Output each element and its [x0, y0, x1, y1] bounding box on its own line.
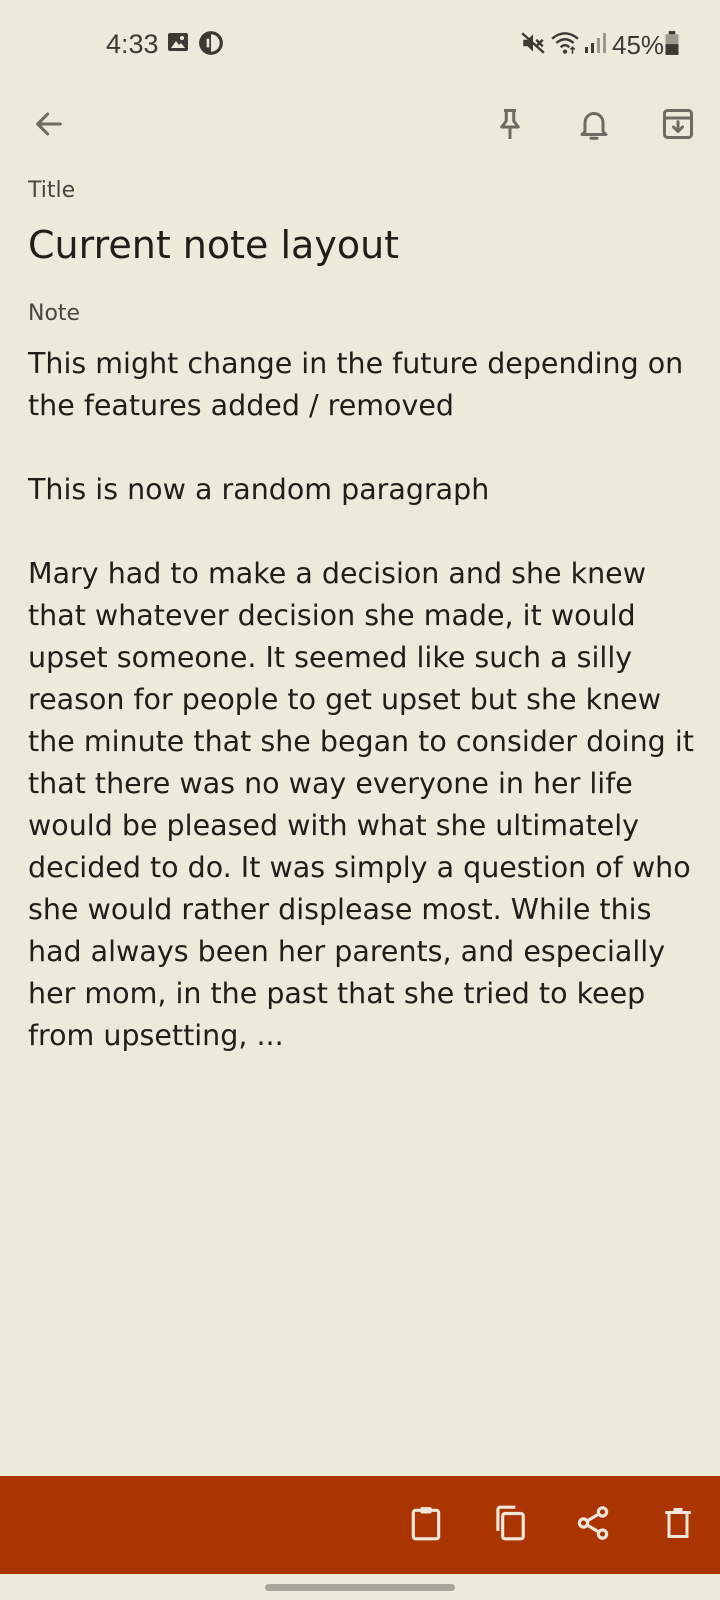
note-body-field[interactable]: This might change in the future dependin… — [28, 343, 708, 1057]
title-label: Title — [28, 178, 76, 203]
note-label: Note — [28, 301, 81, 326]
data-saver-icon — [198, 30, 226, 58]
wifi-icon — [551, 30, 579, 58]
signal-icon — [583, 30, 611, 58]
share-icon — [574, 1504, 612, 1546]
copy-button[interactable] — [477, 1493, 541, 1557]
delete-button[interactable] — [646, 1493, 710, 1557]
battery-icon — [664, 30, 692, 58]
pin-button[interactable] — [478, 94, 542, 158]
note-toolbar — [0, 88, 720, 164]
paste-button[interactable] — [394, 1493, 458, 1557]
back-button[interactable] — [17, 94, 81, 158]
archive-icon — [660, 106, 696, 146]
note-title-field[interactable]: Current note layout — [28, 220, 399, 270]
bottom-action-bar — [0, 1476, 720, 1574]
back-arrow-icon — [32, 107, 66, 145]
clipboard-icon — [407, 1504, 445, 1546]
status-bar: 4:33 45% — [0, 0, 720, 88]
battery-percent: 45% — [612, 30, 665, 60]
gesture-nav-handle[interactable] — [265, 1584, 455, 1591]
image-icon — [166, 30, 194, 58]
copy-icon — [490, 1504, 528, 1546]
delete-icon — [660, 1505, 696, 1545]
archive-button[interactable] — [646, 94, 710, 158]
status-time: 4:33 — [106, 29, 159, 59]
reminder-button[interactable] — [562, 94, 626, 158]
pin-icon — [492, 106, 528, 146]
share-button[interactable] — [561, 1493, 625, 1557]
bell-icon — [576, 106, 612, 146]
mute-icon — [520, 30, 548, 58]
